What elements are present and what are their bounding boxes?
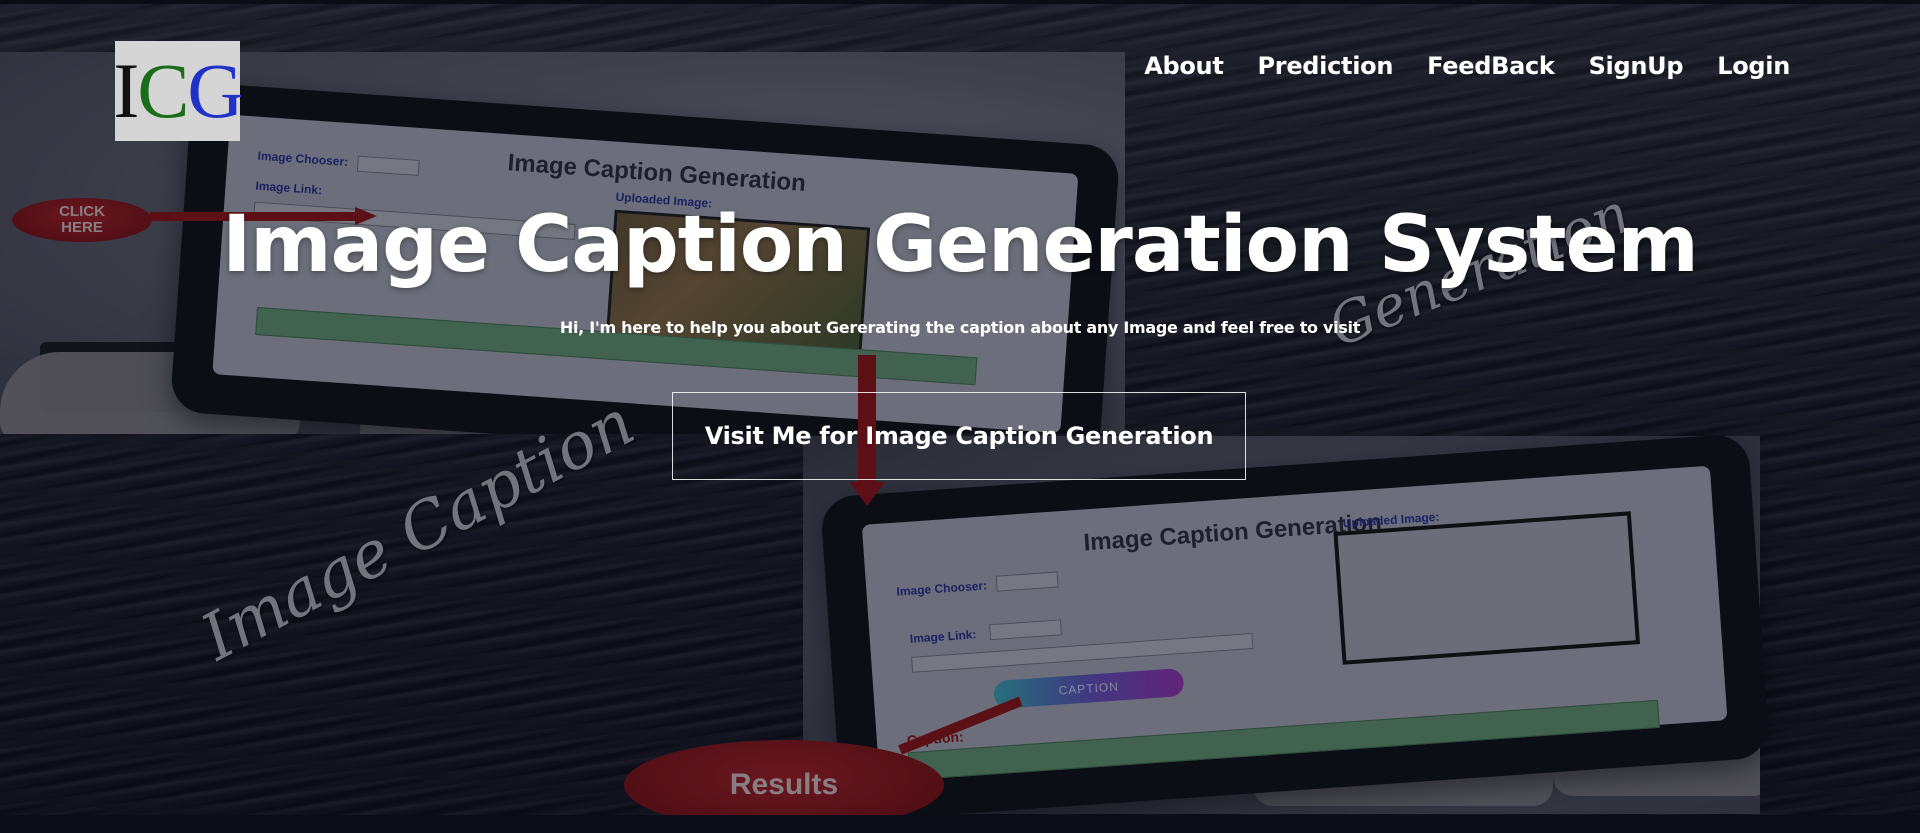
hero-title: Image Caption Generation System bbox=[222, 200, 1699, 290]
nav-about[interactable]: About bbox=[1144, 52, 1224, 80]
logo-letter-g: G bbox=[187, 47, 243, 134]
bottom-edge bbox=[0, 815, 1920, 833]
top-edge bbox=[0, 0, 1920, 4]
logo-letter-i: I bbox=[113, 47, 139, 134]
hero-subtitle: Hi, I'm here to help you about Gereratin… bbox=[559, 318, 1361, 337]
main-nav: About Prediction FeedBack SignUp Login bbox=[1144, 52, 1790, 80]
nav-login[interactable]: Login bbox=[1717, 52, 1790, 80]
icg-logo[interactable]: ICG bbox=[113, 41, 244, 141]
nav-signup[interactable]: SignUp bbox=[1589, 52, 1684, 80]
landing-page: Image Caption Generation Image Chooser: … bbox=[0, 0, 1920, 833]
visit-caption-generation-button[interactable]: Visit Me for Image Caption Generation bbox=[672, 392, 1246, 480]
nav-prediction[interactable]: Prediction bbox=[1258, 52, 1394, 80]
nav-feedback[interactable]: FeedBack bbox=[1427, 52, 1555, 80]
logo-letter-c: C bbox=[137, 47, 189, 134]
